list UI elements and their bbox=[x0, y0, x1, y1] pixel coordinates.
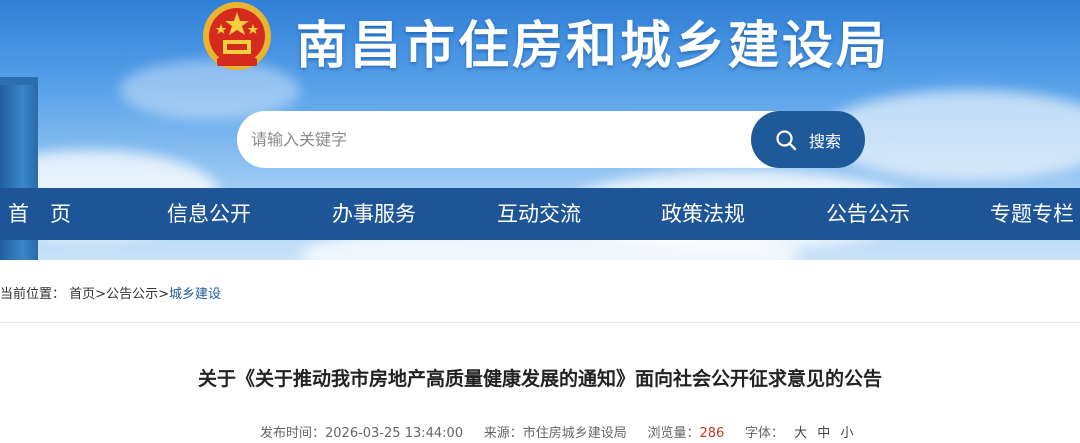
breadcrumb-current-link[interactable]: 城乡建设 bbox=[169, 287, 221, 302]
views-count: 286 bbox=[699, 426, 725, 441]
divider bbox=[0, 322, 1080, 323]
nav-item-home[interactable]: 首 页 bbox=[8, 188, 71, 240]
breadcrumb-section-link[interactable]: 公告公示 bbox=[106, 287, 158, 302]
breadcrumb-separator: > bbox=[95, 287, 107, 302]
source-label: 来源： bbox=[483, 426, 523, 441]
nav-item-info-public[interactable]: 信息公开 bbox=[167, 188, 251, 240]
views-label: 浏览量： bbox=[647, 426, 700, 441]
publish-time-label: 发布时间： bbox=[260, 426, 326, 441]
breadcrumb-separator: > bbox=[158, 287, 169, 302]
search-input[interactable] bbox=[237, 111, 797, 168]
font-size-small-button[interactable]: 小 bbox=[840, 426, 853, 441]
font-size-medium-button[interactable]: 中 bbox=[817, 426, 830, 441]
search-icon bbox=[776, 129, 797, 150]
article-title: 关于《关于推动我市房地产高质量健康发展的通知》面向社会公开征求意见的公告 bbox=[197, 368, 882, 390]
source: 市住房城乡建设局 bbox=[522, 426, 627, 441]
site-header: 南昌市住房和城乡建设局 搜索 首 页 信息公开 办事服务 互动交流 政策法规 公… bbox=[0, 0, 1080, 260]
nav-item-notices[interactable]: 公告公示 bbox=[826, 188, 910, 240]
article-meta: 发布时间：2026-03-25 13:44:00 来源：市住房城乡建设局 浏览量… bbox=[260, 422, 853, 441]
breadcrumb-home-link[interactable]: 首页 bbox=[69, 287, 95, 302]
search-button-label: 搜索 bbox=[808, 131, 841, 151]
search-button[interactable]: 搜索 bbox=[751, 111, 865, 168]
search-bar: 搜索 bbox=[237, 111, 865, 168]
main-nav: 首 页 信息公开 办事服务 互动交流 政策法规 公告公示 专题专栏 bbox=[0, 188, 1080, 240]
nav-item-interaction[interactable]: 互动交流 bbox=[497, 188, 581, 240]
nav-item-topics[interactable]: 专题专栏 bbox=[990, 188, 1074, 240]
nav-item-policies[interactable]: 政策法规 bbox=[661, 188, 745, 240]
breadcrumb: 当前位置： 首页>公告公示>城乡建设 bbox=[0, 283, 221, 302]
publish-time: 2026-03-25 13:44:00 bbox=[325, 426, 464, 441]
nav-item-services[interactable]: 办事服务 bbox=[332, 188, 416, 240]
font-size-large-button[interactable]: 大 bbox=[794, 426, 807, 441]
national-emblem-icon bbox=[203, 2, 271, 70]
font-size-label: 字体： bbox=[744, 426, 784, 441]
breadcrumb-prefix: 当前位置： bbox=[0, 287, 66, 302]
site-title: 南昌市住房和城乡建设局 bbox=[296, 17, 891, 76]
